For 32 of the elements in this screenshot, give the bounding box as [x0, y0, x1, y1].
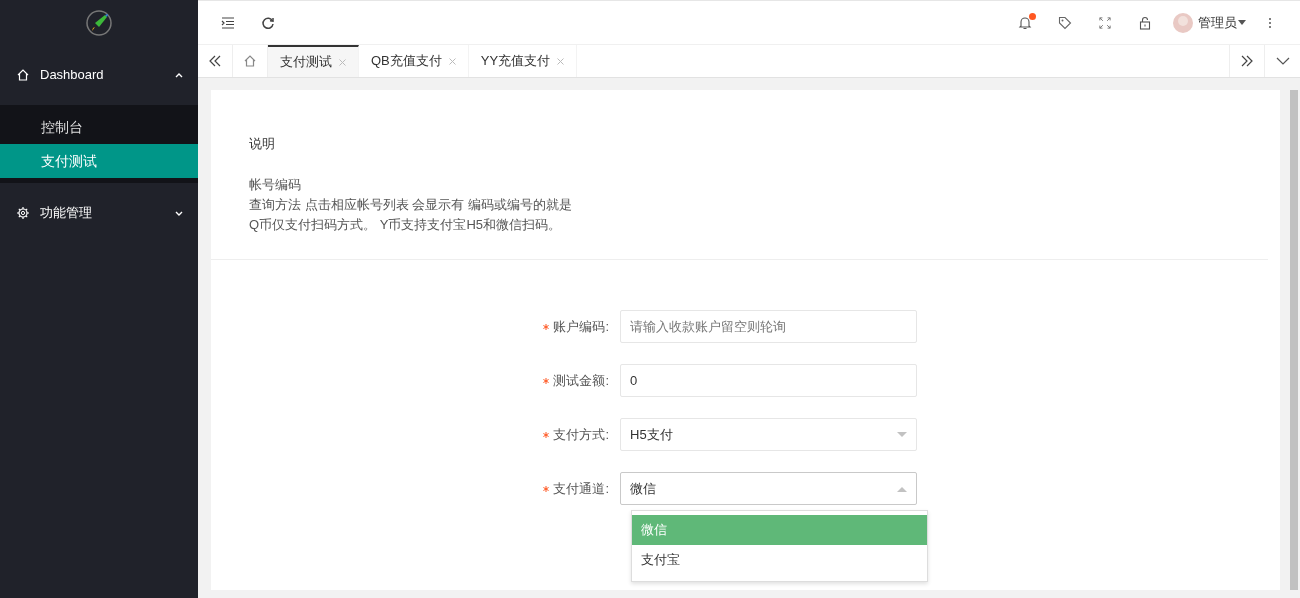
dropdown-option[interactable]: 支付宝 [632, 545, 927, 575]
notice-title: 说明 [249, 135, 276, 153]
caret-icon [897, 485, 907, 492]
sidebar-subitem[interactable]: 控制台 [0, 110, 198, 144]
tab[interactable]: YY充值支付 [468, 45, 578, 77]
caret-icon [897, 431, 907, 438]
tab[interactable]: 支付测试 [268, 45, 359, 77]
input-field[interactable]: 0 [620, 364, 917, 397]
user-menu[interactable]: 管理员 [1197, 12, 1237, 33]
caret-icon [1236, 19, 1247, 26]
sidebar-item[interactable]: 功能管理 [0, 183, 198, 243]
field-label: 账户编码: [553, 318, 609, 334]
sidebar-subitem[interactable]: 支付测试 [0, 144, 198, 178]
scrollbar[interactable] [1290, 90, 1298, 590]
logo-icon [85, 8, 113, 37]
notice-text: Q币仅支付扫码方式。 Y币支持支付宝H5和微信扫码。 [249, 216, 561, 234]
sidebar-label: 功能管理 [40, 204, 93, 223]
home-icon [16, 68, 30, 82]
tab[interactable]: QB充值支付 [359, 45, 469, 77]
field-label: 测试金额: [553, 372, 609, 388]
field-label: 支付通道: [553, 480, 609, 496]
select-field[interactable]: H5支付 [620, 418, 917, 451]
notice-text: 查询方法 点击相应帐号列表 会显示有 编码或编号的就是 [249, 196, 572, 214]
input-field[interactable]: 请输入收款账户留空则轮询 [620, 310, 917, 343]
sidebar-label: Dashboard [40, 66, 105, 85]
avatar-icon [1172, 11, 1194, 34]
select-field[interactable]: 微信 [620, 472, 917, 505]
field-label: 支付方式: [553, 426, 609, 442]
sidebar-item[interactable]: Dashboard [0, 45, 198, 105]
notice-text: 帐号编码 [249, 176, 301, 194]
gear-icon [16, 206, 30, 220]
scroll-right-icon[interactable] [1229, 45, 1265, 77]
